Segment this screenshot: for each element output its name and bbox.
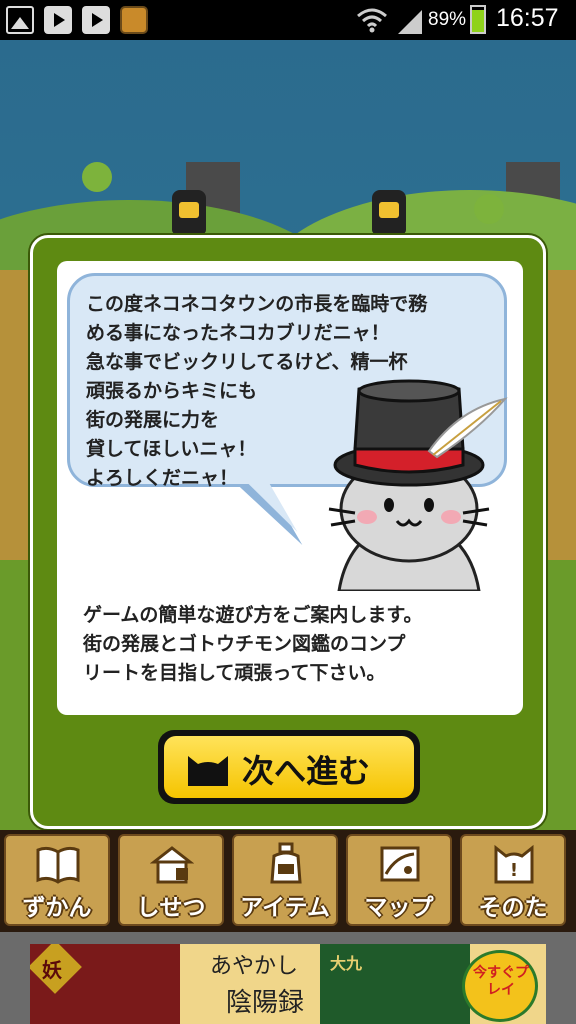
signal-icon — [398, 10, 422, 34]
tree-icon — [82, 162, 112, 192]
play-store-icon — [82, 6, 110, 34]
intro-dialog: この度ネコネコタウンの市長を臨時で務 める事になったネコカブリだニャ！ 急な事で… — [30, 235, 546, 829]
menu-label: そのた — [478, 895, 548, 921]
lantern-icon — [172, 190, 206, 234]
clock: 16:57 — [496, 4, 559, 32]
speech-line: める事になったネコカブリだニャ！ — [86, 322, 390, 344]
svg-text:!: ! — [510, 860, 518, 881]
dialog-panel: この度ネコネコタウンの市長を臨時で務 める事になったネコカブリだニャ！ 急な事で… — [57, 261, 523, 715]
next-button-face[interactable]: 次へ進む — [164, 736, 414, 798]
menu-item-zukan[interactable]: ずかん — [4, 834, 110, 926]
battery-icon — [470, 5, 486, 34]
map-icon — [380, 846, 420, 882]
info-line: リートを目指して頑張って下さい。 — [83, 662, 386, 684]
tree-icon — [474, 194, 504, 224]
menu-label: マップ — [364, 895, 434, 921]
menu-item-item[interactable]: アイテム — [232, 834, 338, 926]
app-notification-icon — [120, 6, 148, 34]
menu-item-map[interactable]: マップ — [346, 834, 452, 926]
ad-cta-label: 今すぐプレイ — [473, 965, 529, 998]
item-icon — [270, 842, 302, 884]
ad-badge-text: 大九 — [330, 954, 363, 973]
lantern-icon — [372, 190, 406, 234]
status-bar: 89% 16:57 — [0, 0, 576, 40]
info-line: 街の発展とゴトウチモン図鑑のコンプ — [83, 633, 406, 655]
book-icon — [36, 846, 80, 884]
menu-label: ずかん — [22, 895, 92, 921]
bottom-menu: ずかん しせつ アイテム マップ ! そのた — [0, 830, 576, 932]
battery-percent: 89% — [428, 9, 467, 30]
play-store-icon — [44, 6, 72, 34]
ad-banner[interactable]: 妖 あやかし 陰陽録 大九 今すぐプレイ — [0, 932, 576, 1024]
instructions-text: ゲームの簡単な遊び方をご案内します。 街の発展とゴトウチモン図鑑のコンプ リート… — [83, 601, 503, 688]
speech-line: この度ネコネコタウンの市長を臨時で務 — [86, 293, 428, 315]
next-button-label: 次へ進む — [242, 752, 371, 790]
menu-label: しせつ — [136, 895, 206, 921]
speech-line: 急な事でビックリしてるけど、精一杯 — [86, 351, 408, 373]
menu-item-shisetsu[interactable]: しせつ — [118, 834, 224, 926]
cat-other-icon: ! — [494, 844, 534, 884]
ad-title: 陰陽録 — [226, 988, 305, 1018]
wifi-icon — [357, 8, 387, 33]
next-button[interactable]: 次へ進む — [158, 730, 420, 804]
facility-icon — [150, 846, 194, 884]
menu-item-other[interactable]: ! そのた — [460, 834, 566, 926]
ad-title: あやかし — [210, 954, 299, 979]
ad-badge-text: 妖 — [42, 958, 62, 982]
ad-play-now-button[interactable]: 今すぐプレイ — [462, 950, 538, 1022]
menu-label: アイテム — [240, 895, 330, 921]
gallery-icon — [6, 6, 34, 34]
mayor-cat-character — [328, 379, 508, 591]
ad-content[interactable]: 妖 あやかし 陰陽録 大九 今すぐプレイ — [30, 944, 546, 1024]
info-line: ゲームの簡単な遊び方をご案内します。 — [83, 604, 423, 626]
cat-head-icon — [188, 756, 228, 786]
